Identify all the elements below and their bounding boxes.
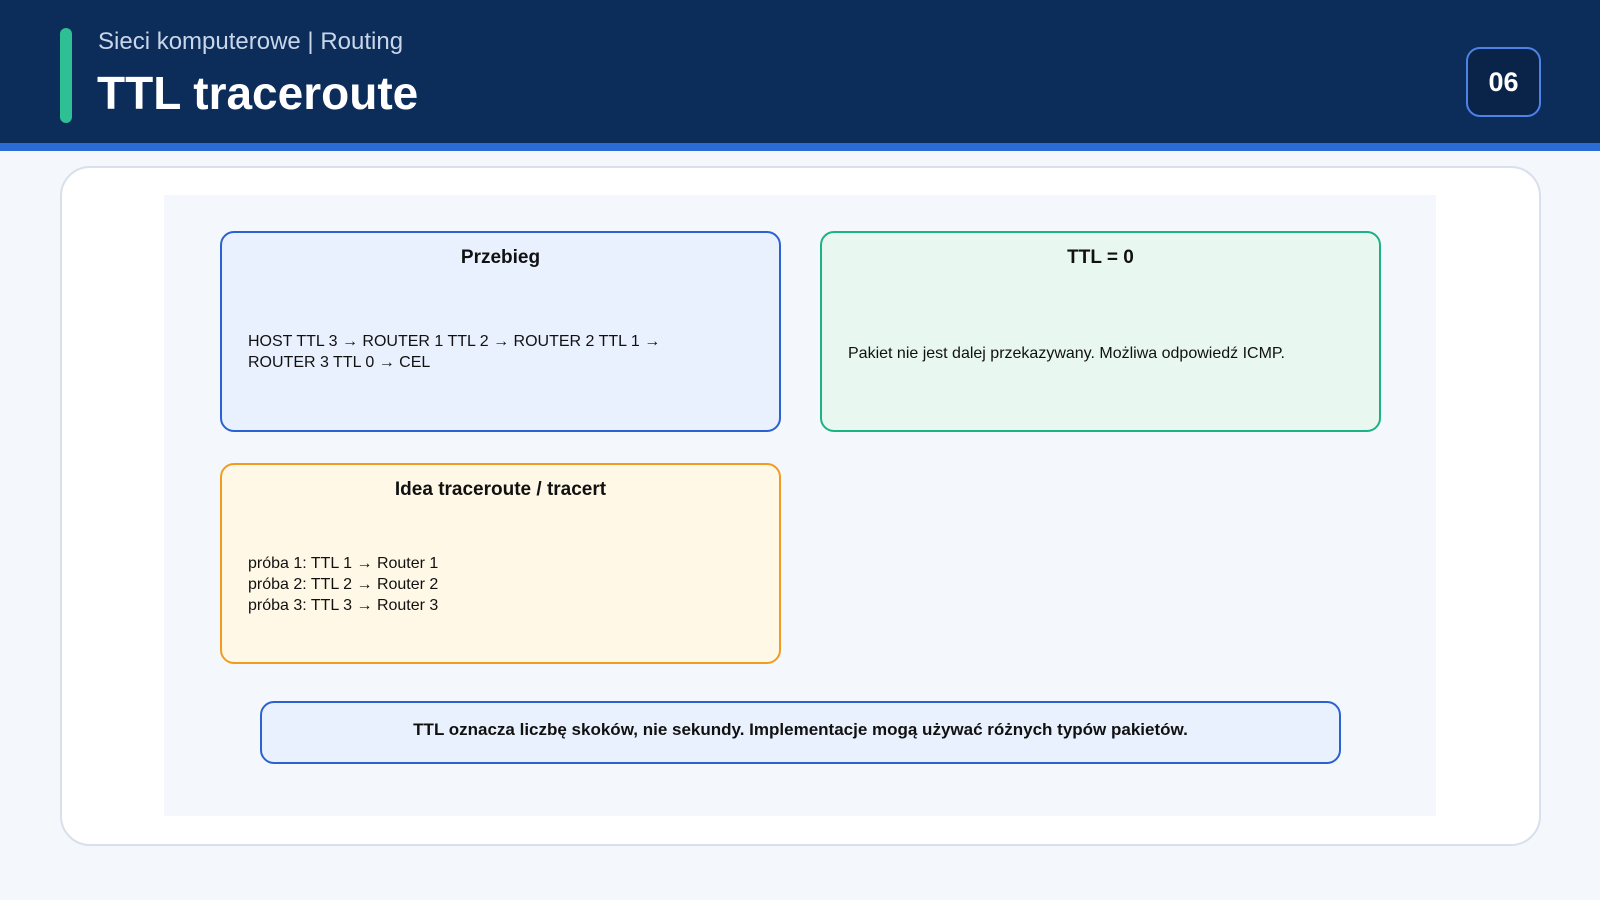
box-ttl-zero-line: Pakiet nie jest dalej przekazywany. Możl… [848, 345, 1285, 362]
box-przebieg-line: HOST TTL 3 → ROUTER 1 TTL 2 → ROUTER 2 T… [248, 333, 661, 350]
box-ttl-zero: TTL = 0 Pakiet nie jest dalej przekazywa… [820, 231, 1381, 432]
accent-bar [60, 28, 72, 123]
box-idea-line: próba 1: TTL 1 → Router 1 [248, 555, 439, 572]
box-idea-body: próba 1: TTL 1 → Router 1 próba 2: TTL 2… [248, 553, 759, 616]
box-ttl-zero-body: Pakiet nie jest dalej przekazywany. Możl… [848, 343, 1359, 364]
box-idea-line: próba 3: TTL 3 → Router 3 [248, 597, 439, 614]
box-przebieg-title: Przebieg [460, 247, 541, 268]
slide-title: TTL traceroute [97, 67, 419, 119]
box-przebieg: Przebieg HOST TTL 3 → ROUTER 1 TTL 2 → R… [220, 231, 781, 432]
box-idea-traceroute: Idea traceroute / tracert próba 1: TTL 1… [220, 463, 781, 664]
box-ttl-zero-title: TTL = 0 [1067, 247, 1134, 268]
box-idea-line: próba 2: TTL 2 → Router 2 [248, 576, 439, 593]
header-stripe [0, 143, 1600, 151]
slide-subtitle: Sieci komputerowe | Routing [98, 28, 404, 55]
page-number-badge: 06 [1466, 47, 1541, 117]
box-idea-title: Idea traceroute / tracert [394, 479, 607, 500]
box-przebieg-body: HOST TTL 3 → ROUTER 1 TTL 2 → ROUTER 2 T… [248, 331, 759, 373]
box-przebieg-line: ROUTER 3 TTL 0 → CEL [248, 354, 431, 371]
footnote-box: TTL oznacza liczbę skoków, nie sekundy. … [260, 701, 1341, 764]
